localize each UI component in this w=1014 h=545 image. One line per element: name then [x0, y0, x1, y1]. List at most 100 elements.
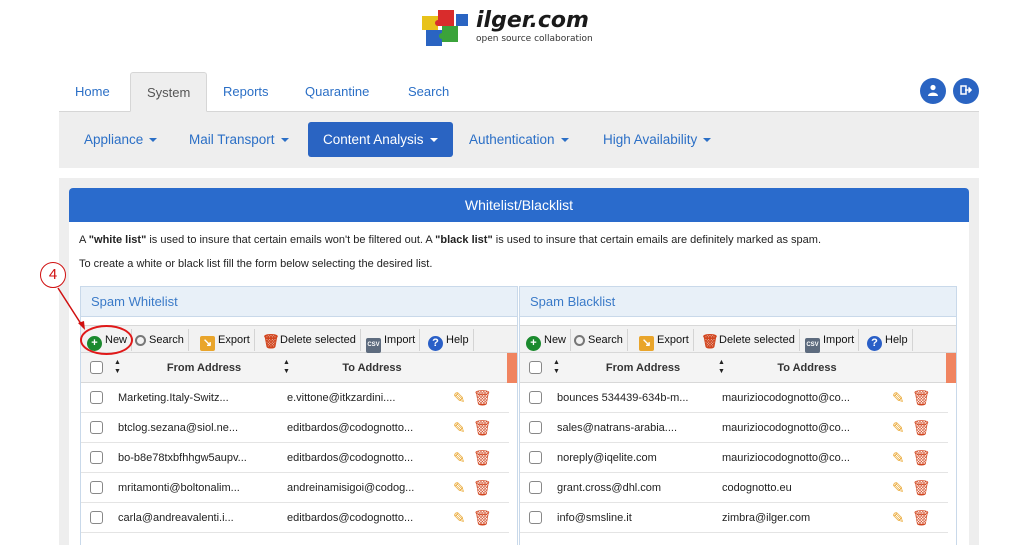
trash-icon[interactable]: 🗑	[473, 479, 492, 497]
help-label: Help	[446, 334, 469, 346]
blacklist-new-button[interactable]: + New	[526, 329, 572, 351]
tab-home[interactable]: Home	[59, 72, 126, 112]
blacklist-delete-button[interactable]: 🗑Delete selected	[701, 329, 800, 351]
logo: ilger.com open source collaboration	[420, 6, 610, 50]
whitelist-help-button[interactable]: ? Help	[428, 329, 474, 351]
table-row[interactable]: btclog.sezana@siol.ne... editbardos@codo…	[81, 413, 509, 443]
scrollbar[interactable]	[507, 353, 517, 383]
pencil-icon[interactable]: ✎	[453, 419, 466, 437]
pencil-icon[interactable]: ✎	[453, 389, 466, 407]
menu-high-availability[interactable]: High Availability	[588, 122, 726, 157]
to-address: e.vittone@itkzardini....	[287, 392, 396, 404]
row-checkbox[interactable]	[529, 391, 542, 404]
caret-down-icon	[560, 138, 569, 143]
table-row[interactable]: mritamonti@boltonalim... andreinamisigoi…	[81, 473, 509, 503]
column-to-address[interactable]: To Address	[732, 353, 882, 383]
row-checkbox[interactable]	[529, 421, 542, 434]
trash-icon[interactable]: 🗑	[473, 389, 492, 407]
trash-icon[interactable]: 🗑	[912, 509, 931, 527]
select-all-checkbox[interactable]	[529, 361, 542, 374]
pencil-icon[interactable]: ✎	[453, 509, 466, 527]
whitelist-search-button[interactable]: Search	[135, 329, 189, 351]
pencil-icon[interactable]: ✎	[453, 449, 466, 467]
from-address: btclog.sezana@siol.ne...	[118, 422, 239, 434]
menu-appliance[interactable]: Appliance	[69, 122, 172, 157]
sub-nav: Appliance Mail Transport Content Analysi…	[59, 112, 979, 168]
row-checkbox[interactable]	[90, 421, 103, 434]
pencil-icon[interactable]: ✎	[892, 509, 905, 527]
export-label: Export	[218, 334, 250, 346]
blacklist-search-button[interactable]: Search	[574, 329, 628, 351]
description-line-1: A "white list" is used to insure that ce…	[79, 234, 821, 246]
help-label: Help	[885, 334, 908, 346]
desc-black-list: "black list"	[435, 234, 493, 246]
user-icon[interactable]	[920, 78, 946, 104]
column-from-address[interactable]: From Address	[129, 353, 279, 383]
trash-icon[interactable]: 🗑	[912, 479, 931, 497]
table-row[interactable]: noreply@iqelite.com mauriziocodognotto@c…	[520, 443, 948, 473]
tab-system[interactable]: System	[130, 72, 208, 112]
tab-quarantine[interactable]: Quarantine	[289, 72, 385, 112]
table-row[interactable]: info@smsline.it zimbra@ilger.com ✎ 🗑	[520, 503, 948, 533]
table-row[interactable]: bo-b8e78txbfhhgw5aupv... editbardos@codo…	[81, 443, 509, 473]
row-checkbox[interactable]	[90, 511, 103, 524]
trash-icon[interactable]: 🗑	[473, 449, 492, 467]
whitelist-title: Spam Whitelist	[81, 287, 517, 317]
whitelist-toolbar: + New Search ↘ Export 🗑Delete selected CSV…	[81, 325, 517, 353]
row-checkbox[interactable]	[90, 391, 103, 404]
logout-icon[interactable]	[953, 78, 979, 104]
blacklist-export-button[interactable]: ↘ Export	[639, 329, 694, 351]
whitelist-delete-button[interactable]: 🗑Delete selected	[262, 329, 361, 351]
caret-down-icon	[280, 138, 289, 143]
pencil-icon[interactable]: ✎	[453, 479, 466, 497]
row-checkbox[interactable]	[90, 451, 103, 464]
to-address: editbardos@codognotto...	[287, 512, 414, 524]
tab-search[interactable]: Search	[392, 72, 465, 112]
pencil-icon[interactable]: ✎	[892, 419, 905, 437]
blacklist-import-button[interactable]: CSV Import	[805, 329, 860, 353]
menu-high-availability-label: High Availability	[603, 132, 698, 147]
from-address: grant.cross@dhl.com	[557, 482, 662, 494]
trash-icon[interactable]: 🗑	[912, 389, 931, 407]
trash-icon[interactable]: 🗑	[912, 419, 931, 437]
column-to-address[interactable]: To Address	[297, 353, 447, 383]
tab-reports[interactable]: Reports	[207, 72, 285, 112]
to-address: editbardos@codognotto...	[287, 422, 414, 434]
sort-arrows-icon[interactable]: ▲ ▼	[114, 358, 121, 376]
sort-arrows-icon[interactable]: ▲ ▼	[718, 358, 725, 376]
blacklist-help-button[interactable]: ? Help	[867, 329, 913, 351]
table-row[interactable]: sales@natrans-arabia.... mauriziocodogno…	[520, 413, 948, 443]
table-row[interactable]: Marketing.Italy-Switz... e.vittone@itkza…	[81, 383, 509, 413]
pencil-icon[interactable]: ✎	[892, 449, 905, 467]
select-all-checkbox[interactable]	[90, 361, 103, 374]
whitelist-export-button[interactable]: ↘ Export	[200, 329, 255, 351]
scrollbar[interactable]	[946, 353, 956, 383]
csv-icon: CSV	[805, 338, 820, 353]
blacklist-toolbar: + New Search ↘ Export 🗑Delete selected CSV…	[520, 325, 956, 353]
trash-icon[interactable]: 🗑	[912, 449, 931, 467]
whitelist-import-button[interactable]: CSV Import	[366, 329, 421, 353]
row-checkbox[interactable]	[90, 481, 103, 494]
from-address: noreply@iqelite.com	[557, 452, 657, 464]
row-checkbox[interactable]	[529, 451, 542, 464]
table-row[interactable]: carla@andreavalenti.i... editbardos@codo…	[81, 503, 509, 533]
import-label: Import	[823, 334, 855, 346]
sort-arrows-icon[interactable]: ▲ ▼	[283, 358, 290, 376]
page: ilger.com open source collaboration Home…	[0, 0, 1014, 545]
blacklist-title: Spam Blacklist	[520, 287, 956, 317]
menu-mail-transport[interactable]: Mail Transport	[174, 122, 304, 157]
desc-white-list: "white list"	[88, 234, 147, 246]
pencil-icon[interactable]: ✎	[892, 479, 905, 497]
sort-arrows-icon[interactable]: ▲ ▼	[553, 358, 560, 376]
row-checkbox[interactable]	[529, 481, 542, 494]
menu-authentication[interactable]: Authentication	[454, 122, 584, 157]
trash-icon[interactable]: 🗑	[473, 419, 492, 437]
trash-icon[interactable]: 🗑	[473, 509, 492, 527]
menu-content-analysis[interactable]: Content Analysis	[308, 122, 453, 157]
pencil-icon[interactable]: ✎	[892, 389, 905, 407]
table-row[interactable]: bounces 534439-634b-m... mauriziocodogno…	[520, 383, 948, 413]
row-checkbox[interactable]	[529, 511, 542, 524]
column-from-address[interactable]: From Address	[568, 353, 718, 383]
table-row[interactable]: grant.cross@dhl.com codognotto.eu ✎ 🗑	[520, 473, 948, 503]
from-address: Marketing.Italy-Switz...	[118, 392, 229, 404]
